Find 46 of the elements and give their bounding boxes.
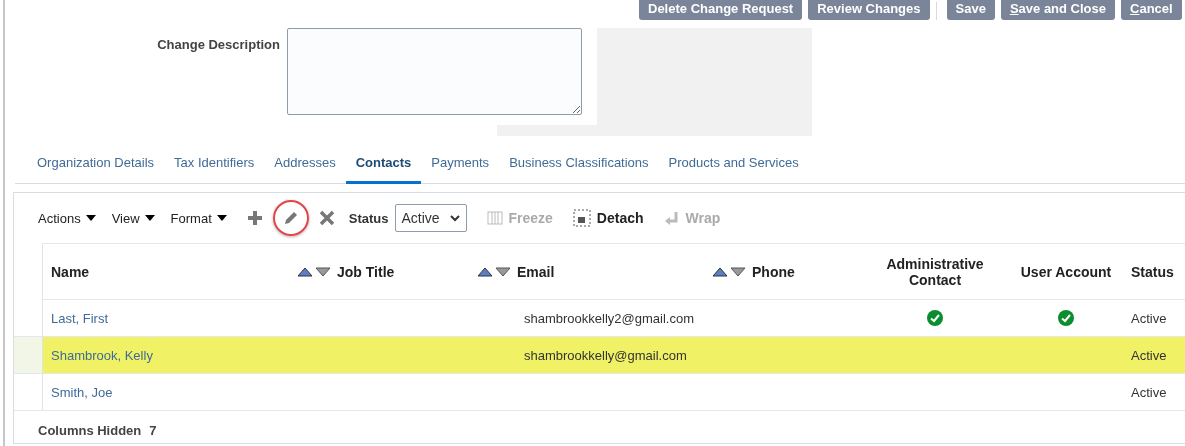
sort-arrows-icon[interactable] xyxy=(297,266,331,277)
column-header[interactable]: Phone xyxy=(698,243,859,300)
wrap-icon xyxy=(663,210,680,226)
header-button[interactable]: Review Changes xyxy=(808,0,930,20)
tab[interactable]: Organization Details xyxy=(27,147,165,184)
columns-hidden-count: 7 xyxy=(149,422,157,438)
check-icon xyxy=(927,310,943,326)
plus-icon xyxy=(246,210,263,226)
close-icon xyxy=(318,210,335,226)
circled-edit-button[interactable] xyxy=(272,200,309,236)
tab[interactable]: Addresses xyxy=(264,147,346,184)
columns-icon xyxy=(486,210,503,226)
name-link[interactable]: Shambrook, Kelly xyxy=(42,337,283,374)
chevron-icon xyxy=(449,214,460,222)
menu-button[interactable]: Actions xyxy=(38,210,96,226)
description-field[interactable] xyxy=(287,28,582,115)
column-header[interactable]: Job Title xyxy=(283,243,463,300)
column-header[interactable]: Administrative Contact xyxy=(859,243,1011,300)
table-cell: shambrookkelly@gmail.com xyxy=(463,337,698,374)
tab[interactable]: Payments xyxy=(421,147,500,184)
detach-icon xyxy=(572,209,591,227)
table-cell: Active xyxy=(1121,337,1185,374)
sort-arrows-icon[interactable] xyxy=(477,266,511,277)
menu-button[interactable]: View xyxy=(111,210,155,226)
tab[interactable]: Contacts xyxy=(345,147,422,184)
table-cell: Active xyxy=(1121,374,1185,411)
column-header[interactable]: User Account xyxy=(1011,243,1121,300)
check-icon xyxy=(1058,310,1074,326)
name-link[interactable]: Smith, Joe xyxy=(42,374,283,411)
column-header[interactable]: Status xyxy=(1121,243,1185,300)
header-button[interactable]: Cancel xyxy=(1121,0,1182,20)
status-label: Status xyxy=(348,210,389,226)
status-select[interactable]: Active xyxy=(394,204,467,232)
menu-button[interactable]: Format xyxy=(170,210,227,226)
tab[interactable]: Business Classifications xyxy=(499,147,659,184)
field-label: Change Description xyxy=(156,36,281,54)
column-header[interactable]: Email xyxy=(463,243,698,300)
header-button[interactable]: Save and Close xyxy=(1000,0,1115,20)
detach-button[interactable]: Detach xyxy=(572,209,644,227)
tab[interactable]: Products and Services xyxy=(658,147,809,184)
tab[interactable]: Tax Identifiers xyxy=(164,147,265,184)
columns-hidden-label: Columns Hidden xyxy=(38,422,142,438)
column-header[interactable]: Name xyxy=(42,243,283,300)
header-button[interactable]: Delete Change Request xyxy=(639,0,803,20)
sort-arrows-icon[interactable] xyxy=(712,266,746,277)
header-button[interactable]: Save xyxy=(946,0,995,20)
